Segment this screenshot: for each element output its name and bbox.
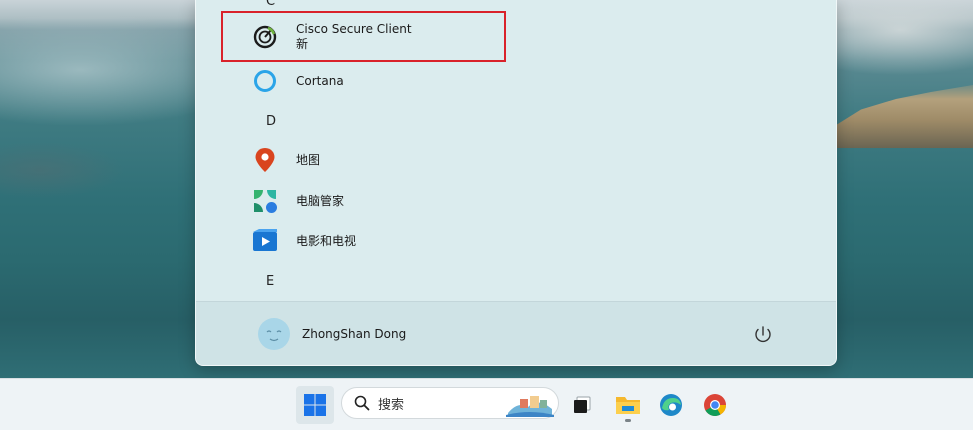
user-name: ZhongShan Dong [302, 327, 407, 341]
search-icon [354, 395, 370, 411]
search-placeholder: 搜索 [378, 397, 405, 413]
file-explorer-button[interactable] [609, 386, 647, 424]
windows-logo-icon [304, 394, 326, 416]
pc-manager-icon [252, 188, 278, 214]
taskbar-search-box[interactable]: 搜索 [341, 387, 559, 419]
chrome-icon [704, 394, 726, 416]
edge-browser-button[interactable] [652, 386, 690, 424]
start-button[interactable] [296, 386, 334, 424]
power-button[interactable] [752, 324, 774, 346]
app-label: 地图 [296, 152, 321, 167]
cortana-icon [252, 68, 278, 94]
user-account-button[interactable]: ZhongShan Dong [258, 318, 406, 350]
start-menu-footer: ZhongShan Dong [196, 301, 836, 365]
section-letter-d[interactable]: D [266, 114, 276, 129]
task-view-icon [574, 396, 591, 413]
power-icon [755, 326, 771, 343]
search-highlight-illustration-icon [506, 396, 554, 417]
edge-icon [660, 394, 682, 416]
running-indicator [625, 419, 631, 422]
taskbar: 搜索 [0, 378, 973, 430]
map-pin-icon [252, 147, 278, 173]
app-item-pc-manager[interactable]: 电脑管家 [252, 181, 502, 221]
all-apps-list[interactable]: C Cisco Secure Client 新 Cortana D 地图 电脑管… [196, 0, 836, 300]
app-item-maps[interactable]: 地图 [252, 140, 502, 180]
app-label: 电影和电视 [296, 233, 357, 248]
chrome-browser-button[interactable] [696, 386, 734, 424]
app-item-movies-tv[interactable]: 电影和电视 [252, 221, 502, 261]
movies-tv-icon [252, 228, 278, 254]
cisco-secure-client-icon [252, 24, 278, 50]
section-letter-e[interactable]: E [266, 274, 274, 289]
app-item-cisco-secure-client[interactable]: Cisco Secure Client 新 [252, 17, 502, 57]
section-letter-c[interactable]: C [266, 0, 275, 9]
app-item-cortana[interactable]: Cortana [252, 61, 502, 101]
folder-icon [616, 397, 640, 414]
app-label: 电脑管家 [296, 193, 345, 208]
new-badge: 新 [296, 37, 309, 51]
start-menu: C Cisco Secure Client 新 Cortana D 地图 电脑管… [195, 0, 837, 366]
avatar [258, 318, 290, 350]
task-view-button[interactable] [563, 386, 601, 424]
app-label: Cortana [296, 73, 344, 88]
app-label: Cisco Secure Client [296, 22, 412, 36]
